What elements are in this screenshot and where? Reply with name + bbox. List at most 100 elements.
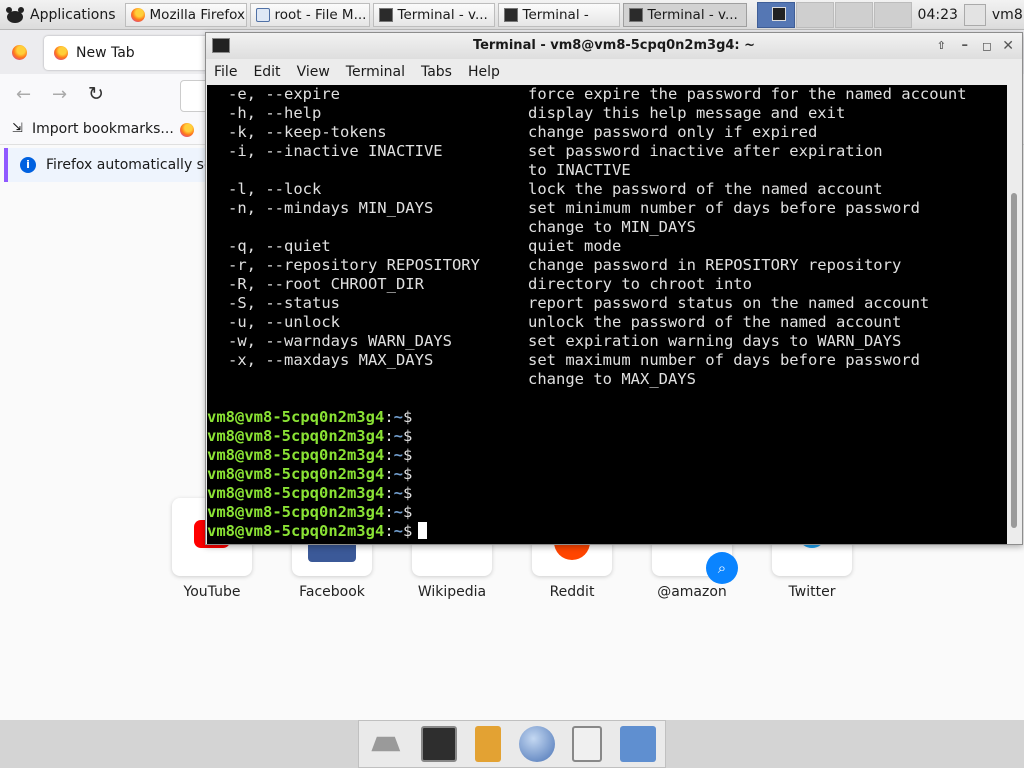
output-line: -S, --status report password status on th… [207,294,1007,313]
shortcut-label: Facebook [299,584,365,600]
taskbar-item-terminal-1[interactable]: Terminal - v... [372,2,495,27]
user-menu[interactable]: vm8 [992,7,1023,23]
prompt-path: ~ [393,465,403,483]
prompt-line: vm8@vm8-5cpq0n2m3g4:~$ [207,522,1007,541]
show-desktop-icon[interactable] [371,736,401,752]
option-flag: -x, --maxdays MAX_DAYS [228,351,434,369]
terminal-icon [503,7,518,22]
text-cursor [418,522,428,539]
workspace-switcher [756,1,912,28]
menu-tabs[interactable]: Tabs [413,64,460,80]
prompt-path: ~ [393,522,403,540]
option-flag: -h, --help [228,104,322,122]
prompt-line: vm8@vm8-5cpq0n2m3g4:~$ [207,408,1007,427]
pin-icon[interactable]: ⇧ [937,33,946,59]
output-line: -n, --mindays MIN_DAYS set minimum number… [207,199,1007,218]
prompt-symbol: $ [403,408,413,426]
info-icon: i [20,157,36,173]
option-description: set maximum number of days before passwo… [528,351,920,369]
notification-text: Firefox automatically se [46,157,213,173]
prompt-separator: : [384,503,394,521]
taskbar-item-label: Terminal - v... [647,6,738,23]
terminal-icon [212,38,230,53]
menu-help[interactable]: Help [460,64,508,80]
minimize-icon[interactable]: – [962,33,969,59]
tab-new-tab[interactable]: New Tab [44,36,214,70]
app-finder-icon[interactable] [572,726,603,762]
output-line: -u, --unlock unlock the password of the n… [207,313,1007,332]
option-description: quiet mode [528,237,622,255]
option-description: change password in REPOSITORY repository [528,256,902,274]
output-line: -R, --root CHROOT_DIR directory to chroot… [207,275,1007,294]
menu-terminal[interactable]: Terminal [338,64,413,80]
menu-file[interactable]: File [206,64,245,80]
taskbar-item-label: root - File M... [274,6,367,23]
firefox-icon [54,46,68,60]
output-line: to INACTIVE [207,161,1007,180]
taskbar-item-label: Terminal - [522,6,589,23]
reload-icon[interactable]: ↻ [88,83,104,105]
option-flag: -q, --quiet [228,237,331,255]
prompt-user-host: vm8@vm8-5cpq0n2m3g4 [207,484,385,502]
output-line: change to MAX_DAYS [207,370,1007,389]
prompt-path: ~ [393,427,403,445]
prompt-symbol: $ [403,522,413,540]
applications-label: Applications [30,6,116,23]
bookmark-icon[interactable] [180,123,194,137]
shortcut-label: Wikipedia [417,584,487,600]
applications-menu-button[interactable]: Applications [0,0,122,30]
prompt-separator: : [384,484,394,502]
terminal-scrollbar[interactable] [1007,85,1021,544]
maximize-icon[interactable]: ◻ [982,33,992,59]
option-description: directory to chroot into [528,275,752,293]
forward-arrow-icon[interactable]: → [52,84,67,105]
taskbar-item-label: Mozilla Firefox [149,6,246,23]
prompt-line: vm8@vm8-5cpq0n2m3g4:~$ [207,465,1007,484]
menu-view[interactable]: View [289,64,338,80]
taskbar-item-label: Terminal - v... [397,6,488,23]
network-icon[interactable] [963,3,986,26]
import-bookmarks-link[interactable]: Import bookmarks... [32,121,174,137]
shortcut-label: Reddit [549,584,595,600]
option-description: lock the password of the named account [528,180,883,198]
folder-icon[interactable] [620,726,657,762]
terminal-window[interactable]: Terminal - vm8@vm8-5cpq0n2m3g4: ~ ⇧ – ◻ … [205,32,1023,545]
prompt-line: vm8@vm8-5cpq0n2m3g4:~$ [207,503,1007,522]
prompt-path: ~ [393,484,403,502]
workspace-4[interactable] [873,1,912,28]
prompt-path: ~ [393,408,403,426]
prompt-symbol: $ [403,427,413,445]
prompt-separator: : [384,522,394,540]
option-flag: -r, --repository REPOSITORY [228,256,480,274]
prompt-path: ~ [393,503,403,521]
workspace-2[interactable] [795,1,834,28]
back-arrow-icon[interactable]: ← [16,84,31,105]
taskbar-item-terminal-3[interactable]: Terminal - v... [622,2,747,27]
terminal-launcher-icon[interactable] [421,726,458,762]
scrollbar-thumb[interactable] [1011,193,1017,528]
workspace-1[interactable] [756,1,795,28]
prompt-user-host: vm8@vm8-5cpq0n2m3g4 [207,408,385,426]
option-description: set expiration warning days to WARN_DAYS [528,332,902,350]
workspace-3[interactable] [834,1,873,28]
taskbar-item-firefox[interactable]: Mozilla Firefox [124,2,247,27]
option-description: change to MIN_DAYS [528,218,696,236]
file-manager-launcher-icon[interactable] [475,726,502,762]
option-description: unlock the password of the named account [528,313,902,331]
clock[interactable]: 04:23 [918,7,958,23]
prompt-line: vm8@vm8-5cpq0n2m3g4:~$ [207,484,1007,503]
taskbar-item-terminal-2[interactable]: Terminal - [497,2,620,27]
taskbar-item-file-manager[interactable]: root - File M... [249,2,370,27]
prompt-user-host: vm8@vm8-5cpq0n2m3g4 [207,522,385,540]
menu-edit[interactable]: Edit [245,64,288,80]
close-icon[interactable]: ✕ [1002,33,1014,59]
terminal-titlebar[interactable]: Terminal - vm8@vm8-5cpq0n2m3g4: ~ ⇧ – ◻ … [206,33,1022,59]
output-line: -i, --inactive INACTIVE set password inac… [207,142,1007,161]
option-description: display this help message and exit [528,104,846,122]
output-line: -e, --expire force expire the password fo… [207,85,1007,104]
web-browser-icon[interactable] [518,726,555,762]
firefox-view-icon[interactable] [12,45,27,60]
file-manager-icon [255,7,270,22]
terminal-output[interactable]: -e, --expire force expire the password fo… [207,85,1007,544]
output-line: change to MIN_DAYS [207,218,1007,237]
